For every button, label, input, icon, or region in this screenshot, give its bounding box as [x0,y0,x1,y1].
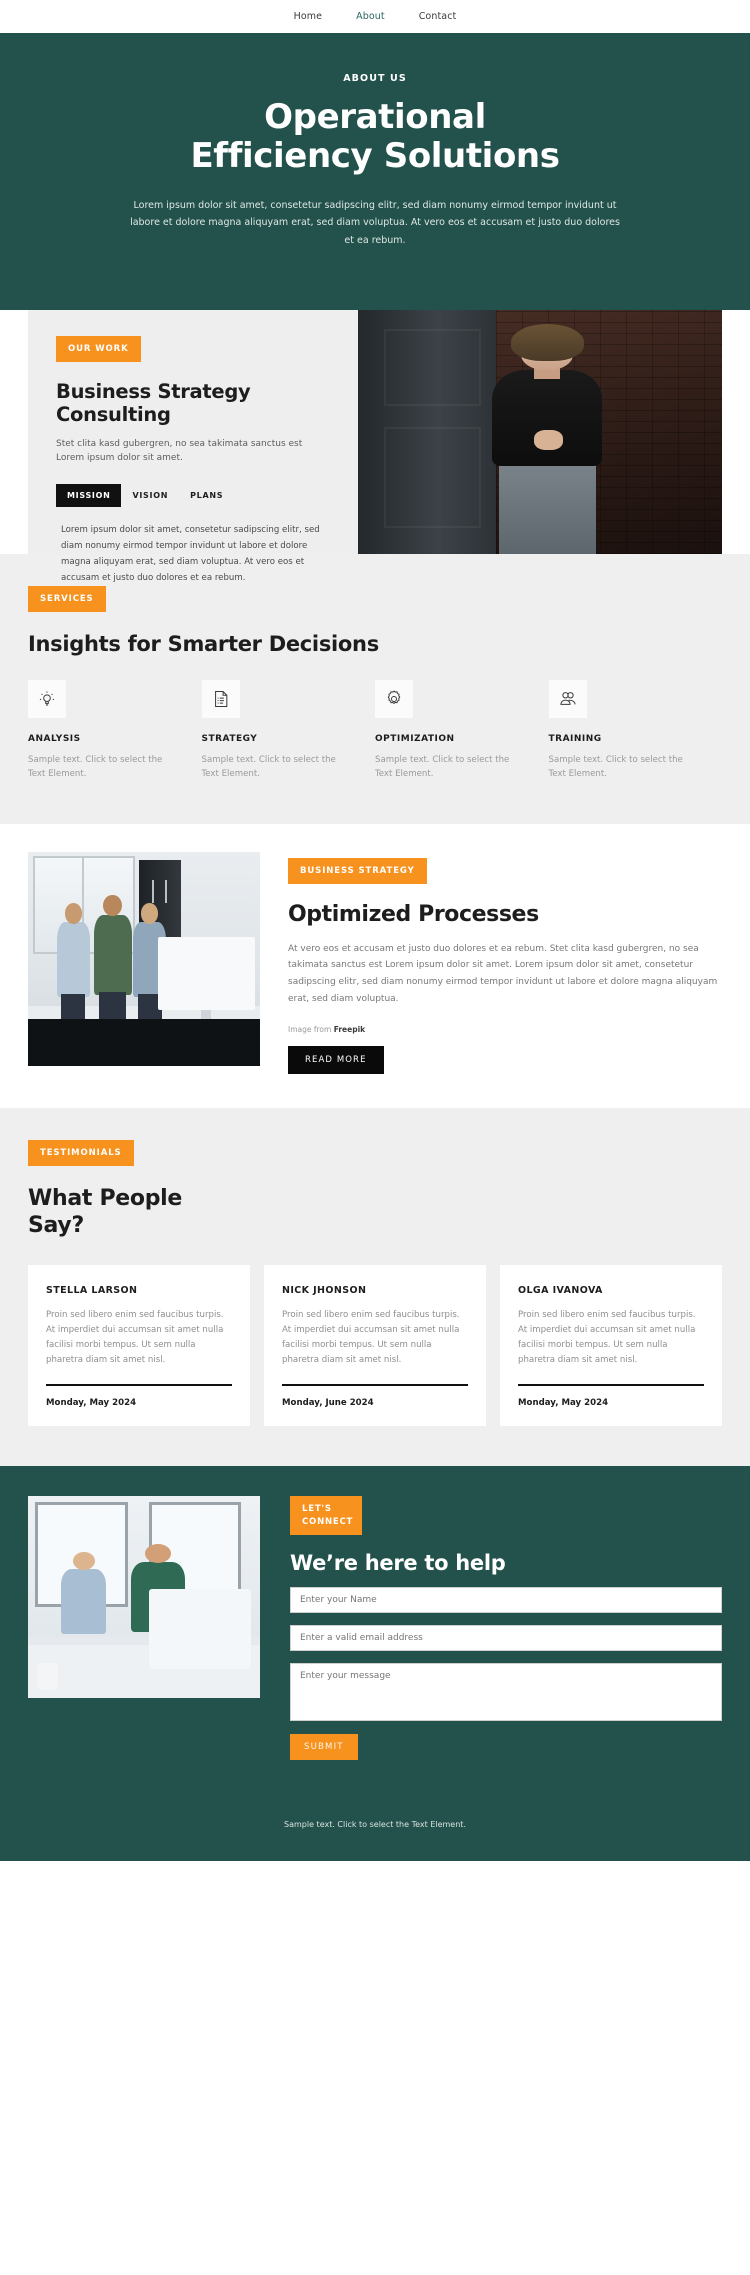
our-work-content: OUR WORK Business Strategy Consulting St… [28,309,358,583]
photo-person-left [56,903,91,1023]
gear-icon [375,679,413,718]
name-input[interactable] [290,1587,722,1614]
contact-title: We’re here to help [290,1551,506,1576]
tab-mission[interactable]: MISSION [56,484,122,508]
process-title: Optimized Processes [288,901,539,927]
contact-form-wrapper: LET'S CONNECT We’re here to help SUBMIT [290,1495,722,1761]
service-text: Sample text. Click to select the Text El… [28,754,163,780]
photo-monitor [157,937,256,1048]
testimonials-section: TESTIMONIALS What People Say? STELLA LAR… [0,1108,750,1466]
lightbulb-icon [28,679,66,718]
photo-person-center [93,894,132,1023]
photo-hands [534,429,563,451]
nav-item-home[interactable]: Home [294,11,322,22]
contact-section: LET'S CONNECT We’re here to help SUBMIT [0,1465,750,1795]
service-card-training[interactable]: TRAINING Sample text. Click to select th… [548,679,723,782]
testimonial-name: OLGA IVANOVA [518,1285,603,1297]
our-work-title: Business Strategy Consulting [56,379,251,426]
footer-text: Sample text. Click to select the Text El… [284,1820,466,1830]
read-more-button[interactable]: READ MORE [288,1046,384,1075]
process-content: BUSINESS STRATEGY Optimized Processes At… [288,852,722,1075]
document-list-icon [201,679,240,718]
nav-item-about[interactable]: About [356,11,385,22]
services-grid: ANALYSIS Sample text. Click to select th… [28,679,723,782]
testimonials-grid: STELLA LARSON Proin sed libero enim sed … [28,1265,722,1426]
divider [46,1384,232,1386]
our-work-body: Lorem ipsum dolor sit amet, consetetur s… [61,525,320,584]
photo-skirt [498,457,596,554]
businesswoman-photo [358,309,722,554]
email-input[interactable] [290,1625,722,1652]
services-tag: SERVICES [28,585,106,612]
testimonial-date: Monday, June 2024 [282,1397,374,1408]
image-credit: Image from Freepik [288,1025,722,1034]
services-section: SERVICES Insights for Smarter Decisions … [0,553,750,824]
testimonial-card: NICK JHONSON Proin sed libero enim sed f… [264,1265,486,1426]
credit-source[interactable]: Freepik [334,1025,365,1034]
our-work-subtitle: Stet clita kasd gubergren, no sea takima… [56,438,303,463]
testimonial-date: Monday, May 2024 [46,1397,137,1408]
process-paragraph: At vero eos et accusam et justo duo dolo… [288,943,718,1004]
credit-prefix: Image from [288,1025,334,1035]
top-navigation: Home About Contact [0,0,750,33]
service-text: Sample text. Click to select the Text El… [548,754,683,780]
hero-paragraph: Lorem ipsum dolor sit amet, consetetur s… [130,199,620,246]
our-work-tag: OUR WORK [56,335,141,362]
testimonial-card: OLGA IVANOVA Proin sed libero enim sed f… [500,1265,722,1426]
process-tag: BUSINESS STRATEGY [288,857,427,884]
service-title: ANALYSIS [28,733,81,744]
service-text: Sample text. Click to select the Text El… [201,754,336,780]
testimonial-text: Proin sed libero enim sed faucibus turpi… [518,1310,696,1366]
testimonial-name: STELLA LARSON [46,1285,138,1297]
service-card-strategy[interactable]: STRATEGY Sample text. Click to select th… [201,679,376,782]
photo-desk [28,1018,260,1066]
people-icon [548,679,587,718]
testimonials-title: What People Say? [28,1186,183,1238]
service-card-analysis[interactable]: ANALYSIS Sample text. Click to select th… [28,679,202,782]
contact-tag: LET'S CONNECT [290,1495,362,1536]
submit-button[interactable]: SUBMIT [290,1734,358,1761]
our-work-card: OUR WORK Business Strategy Consulting St… [28,309,722,583]
office-team-photo [28,851,260,1066]
service-card-optimization[interactable]: OPTIMIZATION Sample text. Click to selec… [375,679,549,782]
service-text: Sample text. Click to select the Text El… [375,754,510,780]
service-title: OPTIMIZATION [375,733,455,744]
our-work-tablist: MISSION VISION PLANS [56,484,330,508]
photo-monitor [148,1588,251,1670]
hero-title-line1: Operational [264,97,486,137]
testimonial-card: STELLA LARSON Proin sed libero enim sed … [28,1265,250,1426]
hero-section: ABOUT US Operational Efficiency Solution… [0,33,750,310]
photo-hair [510,324,584,361]
testimonial-text: Proin sed libero enim sed faucibus turpi… [46,1310,224,1366]
process-section: BUSINESS STRATEGY Optimized Processes At… [0,823,750,1109]
our-work-photo [358,309,722,554]
testimonial-text: Proin sed libero enim sed faucibus turpi… [282,1310,460,1366]
photo-person [482,324,613,554]
divider [518,1384,704,1386]
service-title: STRATEGY [201,733,258,744]
footer: Sample text. Click to select the Text El… [0,1794,750,1862]
our-work-section: OUR WORK Business Strategy Consulting St… [0,309,750,583]
photo-coffee-cup [37,1663,59,1690]
testimonial-date: Monday, May 2024 [518,1397,609,1408]
photo-torso [492,370,603,467]
message-textarea[interactable] [290,1663,722,1722]
colleagues-photo [28,1495,260,1698]
nav-item-contact[interactable]: Contact [419,11,457,22]
page-root: Home About Contact ABOUT US Operational … [0,0,750,2275]
testimonial-name: NICK JHONSON [282,1285,367,1297]
page-title: Operational Efficiency Solutions [0,97,750,177]
tab-vision[interactable]: VISION [121,484,179,507]
service-title: TRAINING [548,733,602,744]
divider [282,1384,468,1386]
services-title: Insights for Smarter Decisions [28,631,379,656]
testimonials-tag: TESTIMONIALS [28,1140,134,1167]
hero-eyebrow: ABOUT US [343,73,407,84]
photo-person-woman [60,1552,106,1657]
tab-plans[interactable]: PLANS [179,484,234,507]
hero-title-line2: Efficiency Solutions [190,136,560,177]
